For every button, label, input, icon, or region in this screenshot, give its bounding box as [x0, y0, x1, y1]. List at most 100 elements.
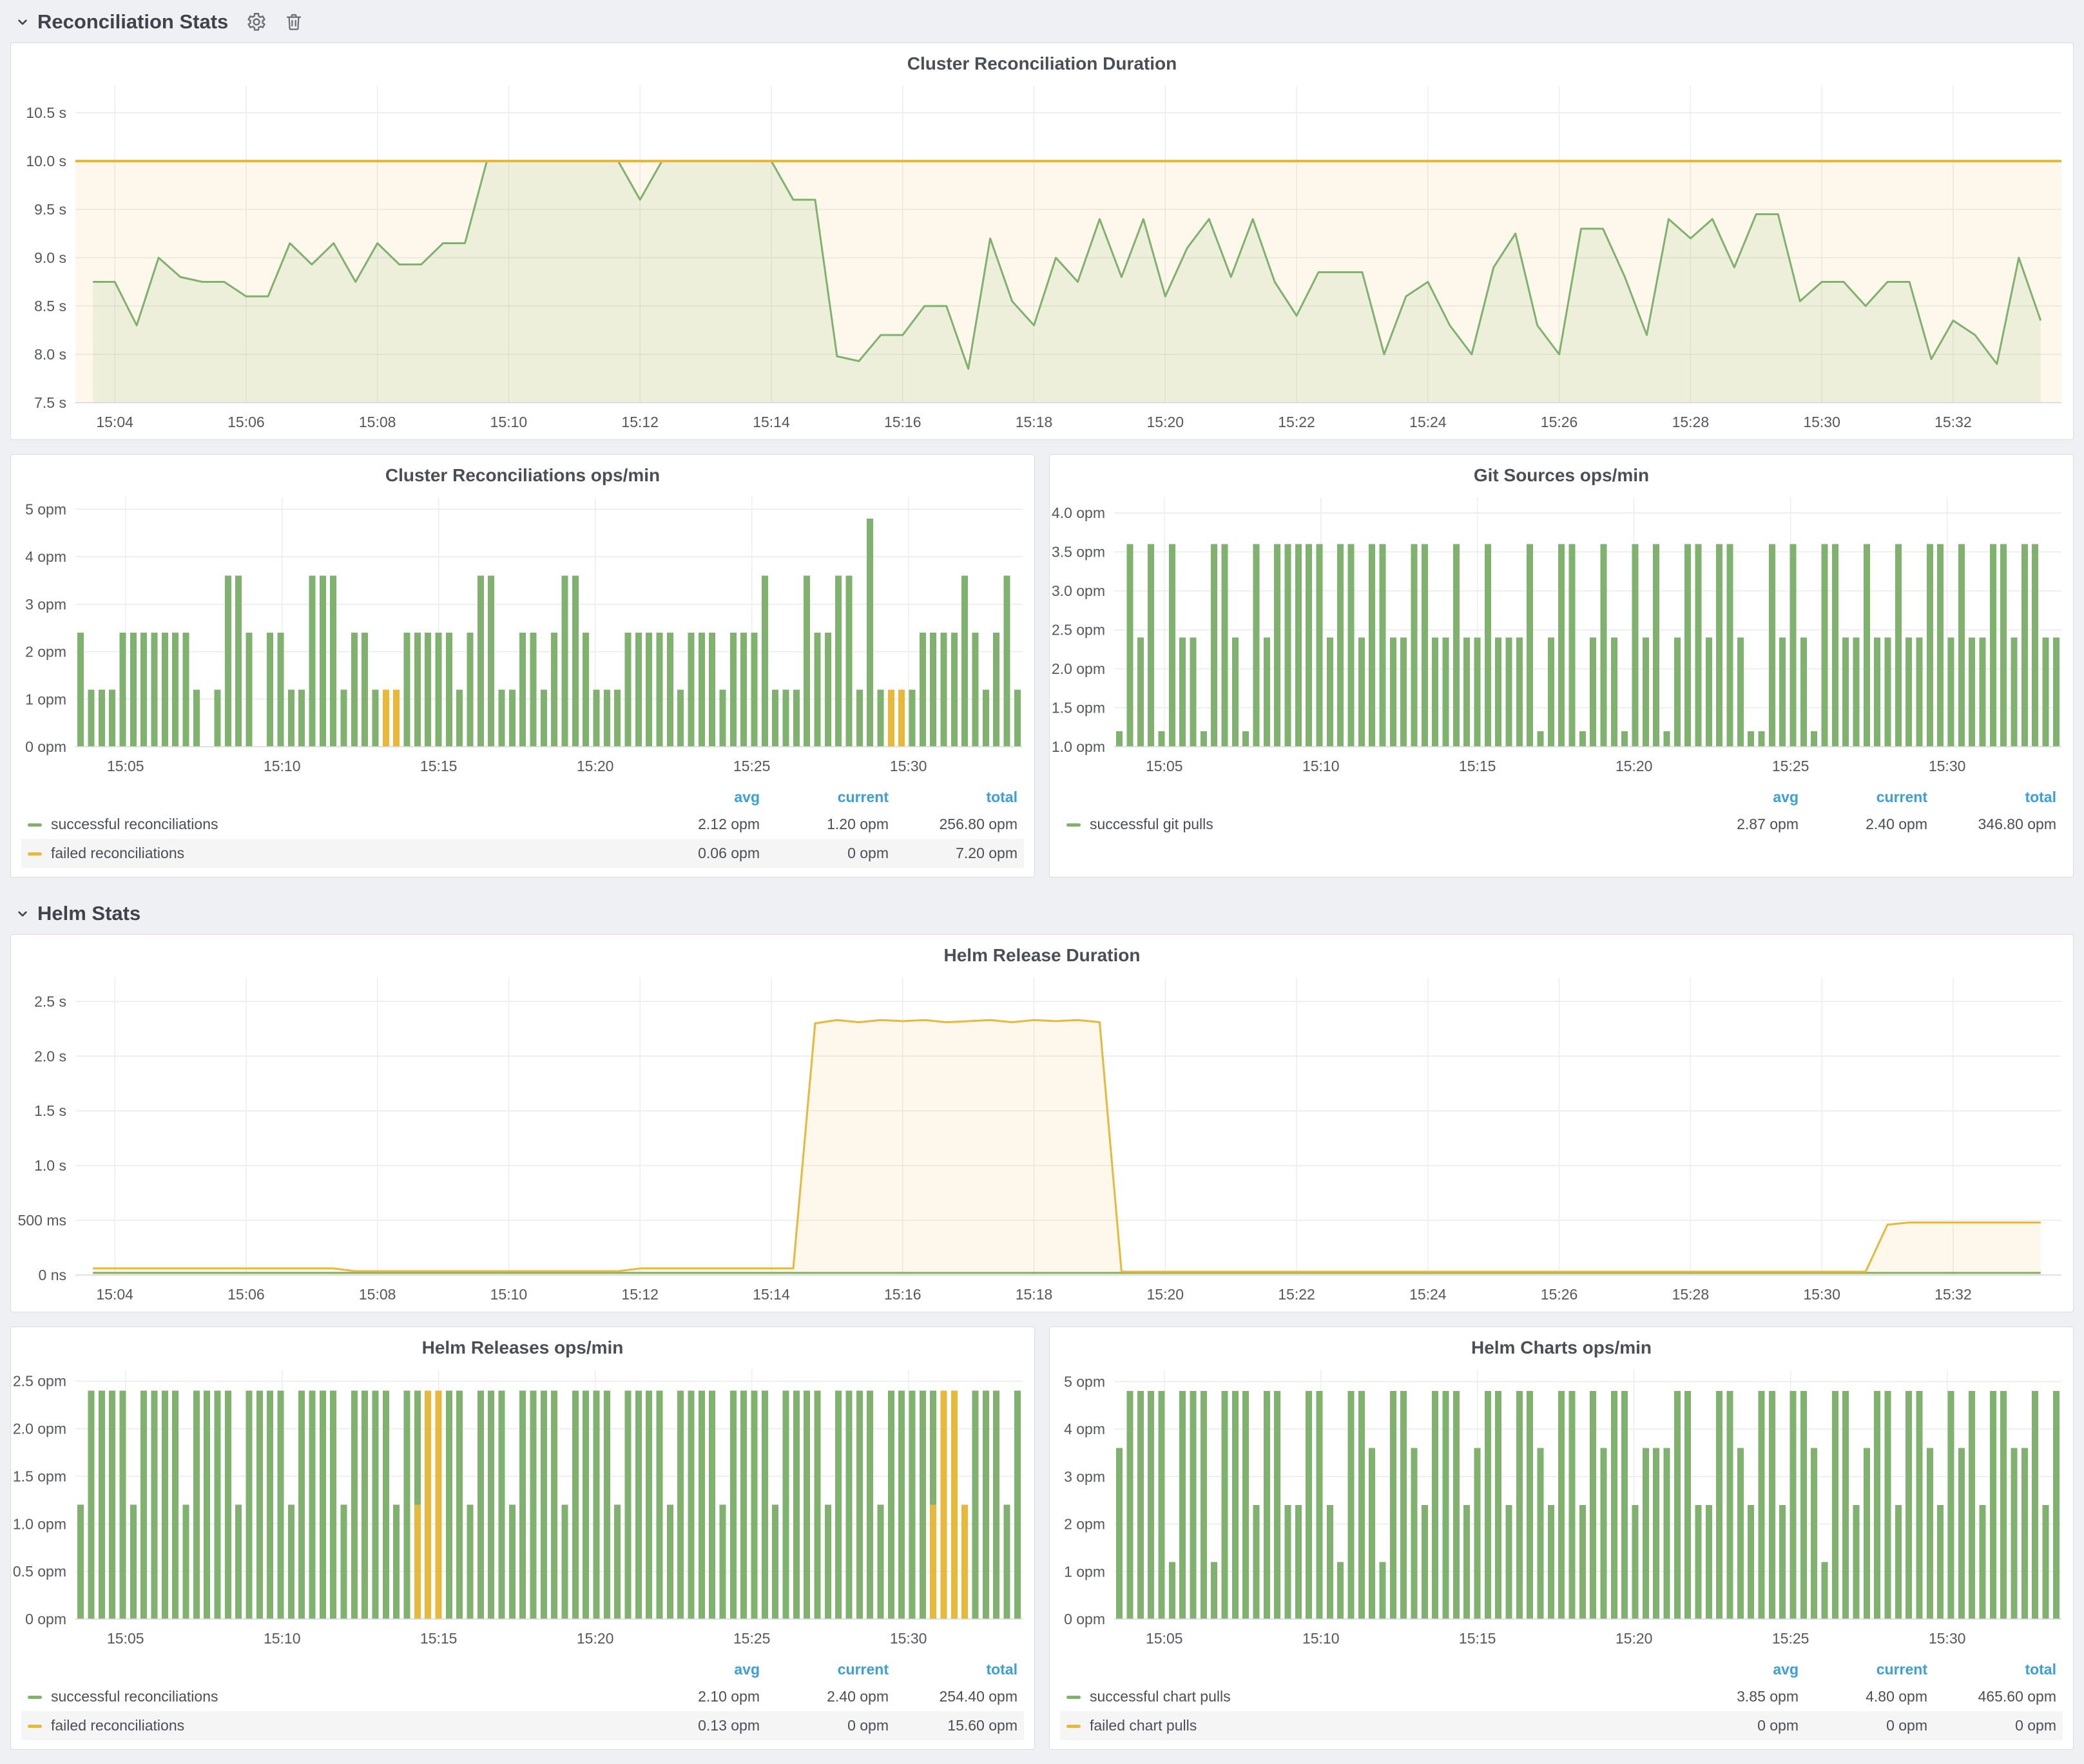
chevron-down-icon — [14, 14, 31, 30]
svg-text:4.0 opm: 4.0 opm — [1052, 504, 1105, 521]
svg-text:15:30: 15:30 — [1803, 1286, 1840, 1303]
gear-icon[interactable] — [245, 11, 267, 33]
legend-row: successful chart pulls3.85 opm4.80 opm46… — [1060, 1682, 2063, 1711]
svg-text:15:10: 15:10 — [490, 1286, 528, 1303]
legend-stat-current: 0 opm — [1805, 1711, 1934, 1740]
panel-cluster-reconciliations-opm: Cluster Reconciliations ops/min 5 opm4 o… — [10, 454, 1035, 877]
legend-stat-header-avg[interactable]: avg — [637, 785, 766, 810]
legend-stat-header-avg[interactable]: avg — [637, 1657, 766, 1682]
svg-text:3.5 opm: 3.5 opm — [1052, 544, 1105, 561]
legend-series-label[interactable]: failed reconciliations — [21, 1711, 637, 1740]
legend-stat-header-total[interactable]: total — [895, 785, 1024, 810]
section-title[interactable]: Helm Stats — [14, 902, 140, 925]
legend-stat-avg: 2.12 opm — [637, 810, 766, 839]
svg-text:1.5 opm: 1.5 opm — [1052, 700, 1105, 716]
svg-text:0 opm: 0 opm — [25, 1611, 66, 1627]
panel-helm-charts-opm: Helm Charts ops/min 5 opm4 opm3 opm2 opm… — [1049, 1327, 2074, 1750]
panel-title[interactable]: Helm Release Duration — [11, 935, 2073, 967]
legend-stat-header-avg[interactable]: avg — [1676, 1657, 1805, 1682]
legend-row: successful reconciliations2.12 opm1.20 o… — [21, 810, 1024, 839]
svg-text:1.5 opm: 1.5 opm — [13, 1468, 66, 1484]
legend-stat-header-total[interactable]: total — [1934, 1657, 2063, 1682]
svg-text:10.0 s: 10.0 s — [26, 153, 66, 169]
legend-series-label[interactable]: successful chart pulls — [1060, 1682, 1676, 1711]
legend-table: avgcurrenttotalsuccessful chart pulls3.8… — [1060, 1657, 2063, 1740]
svg-text:15:28: 15:28 — [1672, 1286, 1710, 1303]
legend-stat-header-current[interactable]: current — [1805, 785, 1934, 810]
legend-stat-current: 4.80 opm — [1805, 1682, 1934, 1711]
legend-table: avgcurrenttotalsuccessful reconciliation… — [21, 785, 1024, 868]
legend-stat-avg: 0 opm — [1676, 1711, 1805, 1740]
section-header-helm-stats[interactable]: Helm Stats — [0, 892, 2084, 934]
legend-stat-current: 2.40 opm — [766, 1682, 895, 1711]
svg-text:15:06: 15:06 — [227, 414, 265, 430]
svg-text:7.5 s: 7.5 s — [34, 394, 66, 411]
legend: avgcurrenttotalsuccessful reconciliation… — [11, 783, 1034, 877]
legend-stat-header-current[interactable]: current — [766, 1657, 895, 1682]
legend-stat-avg: 3.85 opm — [1676, 1682, 1805, 1711]
legend-series-label[interactable]: successful reconciliations — [21, 810, 637, 839]
svg-text:2.0 opm: 2.0 opm — [1052, 660, 1105, 677]
legend-stat-current: 1.20 opm — [766, 810, 895, 839]
svg-text:15:30: 15:30 — [1803, 414, 1840, 430]
legend: avgcurrenttotal successful reconciliation… — [11, 1656, 1034, 1749]
legend-stat-header-current[interactable]: current — [766, 785, 895, 810]
legend-header-spacer — [1060, 1657, 1676, 1682]
svg-text:15:20: 15:20 — [577, 758, 614, 774]
legend-series-color-marker — [28, 1725, 42, 1728]
svg-text:1 opm: 1 opm — [1064, 1563, 1105, 1580]
svg-text:15:05: 15:05 — [107, 758, 144, 774]
legend-stat-total: 7.20 opm — [895, 839, 1024, 868]
svg-text:15:22: 15:22 — [1278, 1286, 1315, 1303]
svg-text:1.0 s: 1.0 s — [34, 1157, 66, 1174]
legend-header-spacer — [21, 785, 637, 810]
trash-icon[interactable] — [284, 12, 304, 32]
legend-stat-current: 0 opm — [766, 839, 895, 868]
svg-text:15:16: 15:16 — [884, 1286, 921, 1303]
svg-text:15:16: 15:16 — [884, 414, 921, 430]
svg-text:2.0 s: 2.0 s — [34, 1048, 66, 1064]
svg-text:15:26: 15:26 — [1541, 1286, 1578, 1303]
svg-text:15:25: 15:25 — [733, 758, 771, 774]
section-title[interactable]: Reconciliation Stats — [14, 10, 228, 34]
svg-text:1.0 opm: 1.0 opm — [13, 1515, 66, 1532]
panel-helm-release-duration: Helm Release Duration 2.5 s2.0 s1.5 s1.0… — [10, 934, 2074, 1312]
svg-text:10.5 s: 10.5 s — [26, 104, 66, 121]
svg-text:15:20: 15:20 — [577, 1630, 614, 1647]
svg-text:15:25: 15:25 — [733, 1630, 771, 1647]
legend-row: failed chart pulls0 opm0 opm0 opm — [1060, 1711, 2063, 1740]
legend-stat-avg: 2.10 opm — [637, 1682, 766, 1711]
panel-title[interactable]: Helm Charts ops/min — [1050, 1327, 2073, 1359]
svg-text:15:26: 15:26 — [1541, 414, 1578, 430]
svg-text:15:18: 15:18 — [1016, 1286, 1053, 1303]
legend-stat-header-avg[interactable]: avg — [1676, 785, 1805, 810]
legend-row: failed reconciliations0.06 opm0 opm7.20 … — [21, 839, 1024, 868]
legend-series-label[interactable]: failed chart pulls — [1060, 1711, 1676, 1740]
svg-text:15:25: 15:25 — [1772, 1630, 1809, 1647]
legend-stat-avg: 0.13 opm — [637, 1711, 766, 1740]
legend-series-label[interactable]: successful reconciliations — [21, 1682, 637, 1711]
panel-title[interactable]: Cluster Reconciliations ops/min — [11, 455, 1034, 487]
legend-series-label[interactable]: successful git pulls — [1060, 810, 1676, 839]
section-header-reconciliation-stats[interactable]: Reconciliation Stats — [0, 0, 2084, 43]
svg-text:15:32: 15:32 — [1934, 414, 1972, 430]
legend-stat-header-total[interactable]: total — [1934, 785, 2063, 810]
panel-title[interactable]: Helm Releases ops/min — [11, 1327, 1034, 1359]
svg-text:15:30: 15:30 — [1929, 758, 1966, 774]
helm-charts-chart: 5 opm4 opm3 opm2 opm1 opm0 opm15:0515:10… — [1050, 1359, 2073, 1656]
cluster-reconciliations-chart: 5 opm4 opm3 opm2 opm1 opm0 opm15:0515:10… — [11, 487, 1034, 783]
panel-title[interactable]: Git Sources ops/min — [1050, 455, 2073, 487]
svg-text:8.5 s: 8.5 s — [34, 298, 66, 314]
legend-stat-total: 346.80 opm — [1934, 810, 2063, 839]
svg-text:4 opm: 4 opm — [25, 548, 66, 565]
legend-series-label[interactable]: failed reconciliations — [21, 839, 637, 868]
legend-stat-header-total[interactable]: total — [895, 1657, 1024, 1682]
svg-text:15:24: 15:24 — [1409, 1286, 1447, 1303]
panel-title[interactable]: Cluster Reconciliation Duration — [11, 43, 2073, 75]
svg-text:15:10: 15:10 — [264, 1630, 301, 1647]
svg-text:4 opm: 4 opm — [1064, 1421, 1105, 1437]
svg-text:15:15: 15:15 — [420, 758, 458, 774]
legend: avgcurrenttotalsuccessful chart pulls3.8… — [1050, 1656, 2073, 1749]
legend-stat-header-current[interactable]: current — [1805, 1657, 1934, 1682]
legend-table: avgcurrenttotal successful reconciliation… — [21, 1657, 1024, 1740]
